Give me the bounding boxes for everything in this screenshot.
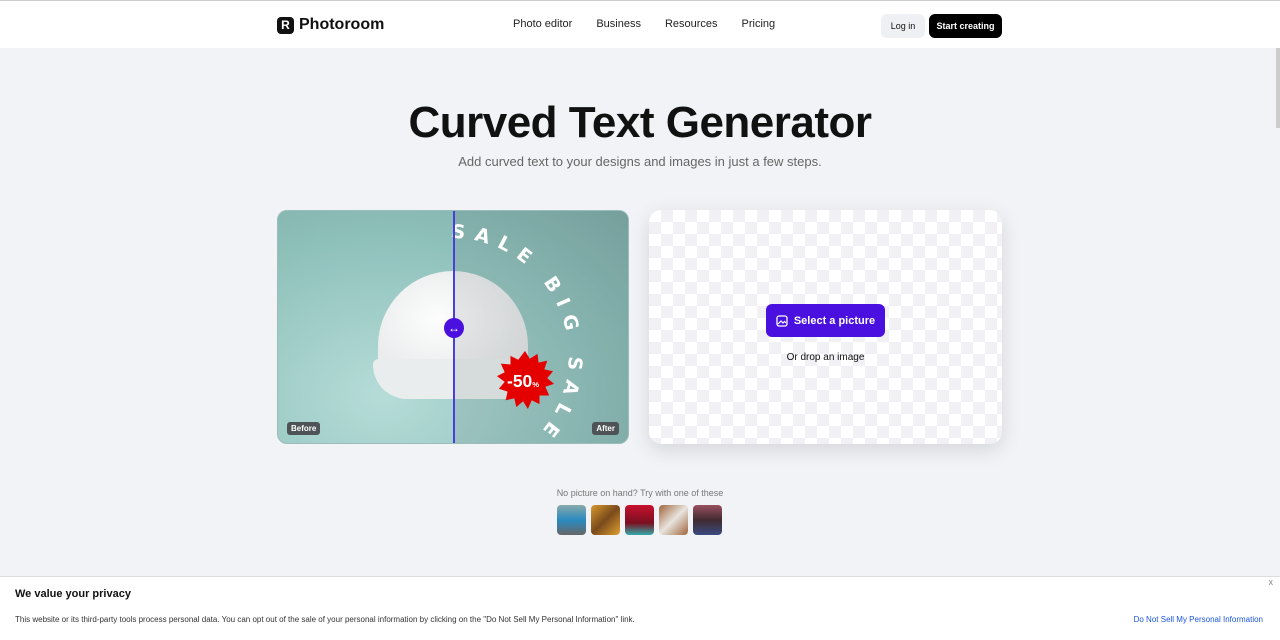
do-not-sell-link[interactable]: Do Not Sell My Personal Information <box>1134 615 1263 624</box>
sample-thumbnails <box>557 505 722 535</box>
image-icon <box>776 314 788 327</box>
top-nav: R Photoroom Photo editor Business Resourc… <box>0 0 1280 48</box>
brand-name: Photoroom <box>299 16 385 33</box>
page-title: Curved Text Generator <box>408 98 872 147</box>
upload-dropzone[interactable]: Select a picture Or drop an image <box>649 210 1002 444</box>
before-after-preview[interactable]: SALE BIG SALE -50% ↔ Before After <box>277 210 629 444</box>
sample-notebook[interactable] <box>659 505 688 535</box>
privacy-title: We value your privacy <box>15 588 131 600</box>
sample-car[interactable] <box>557 505 586 535</box>
sample-shoe[interactable] <box>591 505 620 535</box>
before-label: Before <box>287 422 321 435</box>
brand-logo[interactable]: R Photoroom <box>277 16 384 34</box>
discount-badge: -50% <box>496 351 554 409</box>
curved-text-path: SALE BIG SALE <box>450 221 577 443</box>
drag-handle-arrows-icon[interactable]: ↔ <box>444 318 464 338</box>
page-subtitle: Add curved text to your designs and imag… <box>458 154 822 169</box>
privacy-banner: We value your privacy This website or it… <box>0 576 1280 640</box>
nav-photo-editor[interactable]: Photo editor <box>513 18 572 30</box>
login-button[interactable]: Log in <box>881 14 925 38</box>
nav-business[interactable]: Business <box>596 18 641 30</box>
nav-pricing[interactable]: Pricing <box>742 18 776 30</box>
photoroom-logo-icon: R <box>277 16 294 34</box>
start-creating-button[interactable]: Start creating <box>929 14 1002 38</box>
samples-label: No picture on hand? Try with one of thes… <box>556 488 724 498</box>
privacy-text: This website or its third-party tools pr… <box>15 615 635 624</box>
select-picture-button[interactable]: Select a picture <box>766 304 885 337</box>
sample-portrait[interactable] <box>693 505 722 535</box>
sample-woman[interactable] <box>625 505 654 535</box>
svg-text:SALE BIG SALE: SALE BIG SALE <box>450 221 586 444</box>
nav-resources[interactable]: Resources <box>665 18 718 30</box>
after-label: After <box>592 422 619 435</box>
close-icon[interactable]: x <box>1269 577 1274 587</box>
drop-hint: Or drop an image <box>786 352 865 363</box>
